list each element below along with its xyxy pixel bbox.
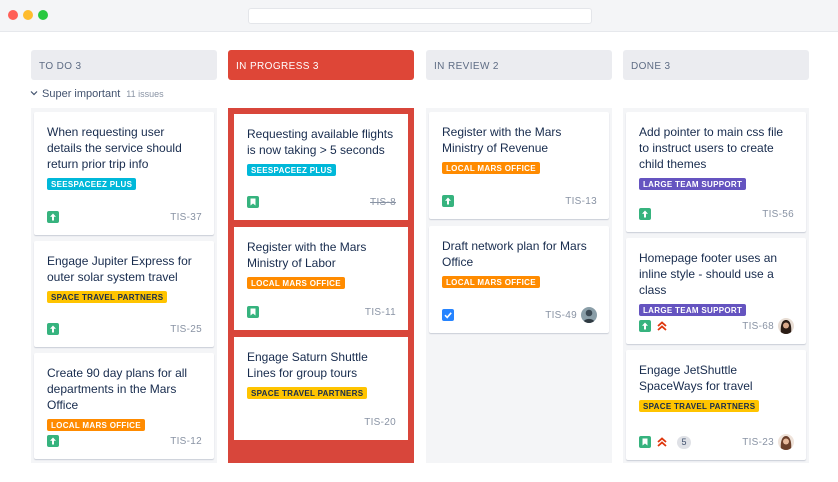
bookmark-icon xyxy=(247,196,259,208)
column-header: IN REVIEW 2 xyxy=(426,50,612,80)
column-name: IN PROGRESS xyxy=(236,61,310,72)
epic-label: SEESPACEEZ PLUS xyxy=(247,164,337,176)
epic-label: SEESPACEEZ PLUS xyxy=(47,178,137,190)
column-name: TO DO xyxy=(39,61,73,72)
swimlane-title: Super important xyxy=(42,88,121,100)
issue-card[interactable]: Homepage footer uses an inline style - s… xyxy=(626,238,806,344)
column-to-do: TO DO 3 When requesting user details the … xyxy=(31,50,217,463)
column-body: Requesting available flights is now taki… xyxy=(228,108,414,463)
issue-key[interactable]: TIS-25 xyxy=(170,324,202,335)
card-title: Engage Saturn Shuttle Lines for group to… xyxy=(247,350,368,380)
issue-key[interactable]: TIS-13 xyxy=(565,196,597,207)
column-in-progress: IN PROGRESS 3 Requesting available flight… xyxy=(228,50,414,463)
column-count: 3 xyxy=(75,61,82,72)
issue-key[interactable]: TIS-20 xyxy=(364,417,396,428)
issue-key[interactable]: TIS-8 xyxy=(370,197,396,208)
column-header: IN PROGRESS 3 xyxy=(228,50,414,80)
column-name: DONE xyxy=(631,61,662,72)
issue-card[interactable]: Engage Saturn Shuttle Lines for group to… xyxy=(232,335,410,442)
card-title: Register with the Mars Ministry of Labor xyxy=(247,240,367,270)
card-title: Engage JetShuttle SpaceWays for travel xyxy=(639,363,753,393)
epic-label: LOCAL MARS OFFICE xyxy=(442,276,540,288)
issue-key[interactable]: TIS-56 xyxy=(762,209,794,220)
card-title: When requesting user details the service… xyxy=(47,125,182,171)
epic-label: LOCAL MARS OFFICE xyxy=(442,162,540,174)
minimize-window-button[interactable] xyxy=(23,10,33,20)
epic-label: LARGE TEAM SUPPORT xyxy=(639,178,747,190)
story-icon xyxy=(639,320,651,332)
window-titlebar xyxy=(0,0,838,32)
issue-card[interactable]: Draft network plan for Mars Office LOCAL… xyxy=(429,226,609,333)
issue-card[interactable]: Create 90 day plans for all departments … xyxy=(34,353,214,459)
story-points-badge: 5 xyxy=(677,436,691,449)
assignee-avatar[interactable] xyxy=(581,307,597,323)
issue-card[interactable]: Add pointer to main css file to instruct… xyxy=(626,112,806,232)
issue-key[interactable]: TIS-68 xyxy=(742,321,774,332)
column-count: 2 xyxy=(492,61,499,72)
card-title: Engage Jupiter Express for outer solar s… xyxy=(47,254,192,284)
story-icon xyxy=(639,208,651,220)
card-title: Requesting available flights is now taki… xyxy=(247,127,394,157)
column-in-review: IN REVIEW 2 Register with the Mars Minist… xyxy=(426,50,612,463)
story-icon xyxy=(442,195,454,207)
epic-label: LARGE TEAM SUPPORT xyxy=(639,304,747,316)
story-icon xyxy=(47,323,59,335)
column-name: IN REVIEW xyxy=(434,61,490,72)
swimlane-issue-count: 11 issues xyxy=(126,89,164,99)
column-header: TO DO 3 xyxy=(31,50,217,80)
chevron-down-icon xyxy=(30,91,38,96)
issue-key[interactable]: TIS-23 xyxy=(742,437,774,448)
assignee-avatar[interactable] xyxy=(778,434,794,450)
column-body: Register with the Mars Ministry of Reven… xyxy=(426,108,612,463)
issue-key[interactable]: TIS-11 xyxy=(365,307,396,318)
card-title: Create 90 day plans for all departments … xyxy=(47,366,188,412)
swimlane-header[interactable]: Super important 11 issues xyxy=(30,88,164,100)
epic-label: SPACE TRAVEL PARTNERS xyxy=(47,291,168,303)
priority-high-icon xyxy=(656,320,668,332)
close-window-button[interactable] xyxy=(8,10,18,20)
epic-label: SPACE TRAVEL PARTNERS xyxy=(247,387,368,399)
column-count: 3 xyxy=(312,61,319,72)
column-body: Add pointer to main css file to instruct… xyxy=(623,108,809,463)
issue-card[interactable]: Requesting available flights is now taki… xyxy=(232,112,410,222)
column-header: DONE 3 xyxy=(623,50,809,80)
maximize-window-button[interactable] xyxy=(38,10,48,20)
column-body: When requesting user details the service… xyxy=(31,108,217,463)
column-done: DONE 3 Add pointer to main css file to in… xyxy=(623,50,809,463)
epic-label: LOCAL MARS OFFICE xyxy=(47,419,145,431)
issue-card[interactable]: Register with the Mars Ministry of Labor… xyxy=(232,225,410,332)
epic-label: LOCAL MARS OFFICE xyxy=(247,277,345,289)
assignee-avatar[interactable] xyxy=(778,318,794,334)
priority-high-icon xyxy=(656,436,668,448)
issue-key[interactable]: TIS-12 xyxy=(170,436,202,447)
issue-key[interactable]: TIS-37 xyxy=(170,212,202,223)
epic-label: SPACE TRAVEL PARTNERS xyxy=(639,400,760,412)
column-count: 3 xyxy=(664,61,671,72)
story-icon xyxy=(47,435,59,447)
card-title: Add pointer to main css file to instruct… xyxy=(639,125,784,171)
issue-key[interactable]: TIS-49 xyxy=(545,310,577,321)
issue-card[interactable]: When requesting user details the service… xyxy=(34,112,214,235)
card-title: Homepage footer uses an inline style - s… xyxy=(639,251,778,297)
issue-card[interactable]: Engage Jupiter Express for outer solar s… xyxy=(34,241,214,347)
issue-card[interactable]: Register with the Mars Ministry of Reven… xyxy=(429,112,609,219)
issue-card[interactable]: Engage JetShuttle SpaceWays for travel S… xyxy=(626,350,806,460)
bookmark-icon xyxy=(247,306,259,318)
address-bar[interactable] xyxy=(248,8,592,24)
card-title: Register with the Mars Ministry of Reven… xyxy=(442,125,562,155)
card-title: Draft network plan for Mars Office xyxy=(442,239,587,269)
story-icon xyxy=(47,211,59,223)
task-check-icon xyxy=(442,309,454,321)
bookmark-icon xyxy=(639,436,651,448)
